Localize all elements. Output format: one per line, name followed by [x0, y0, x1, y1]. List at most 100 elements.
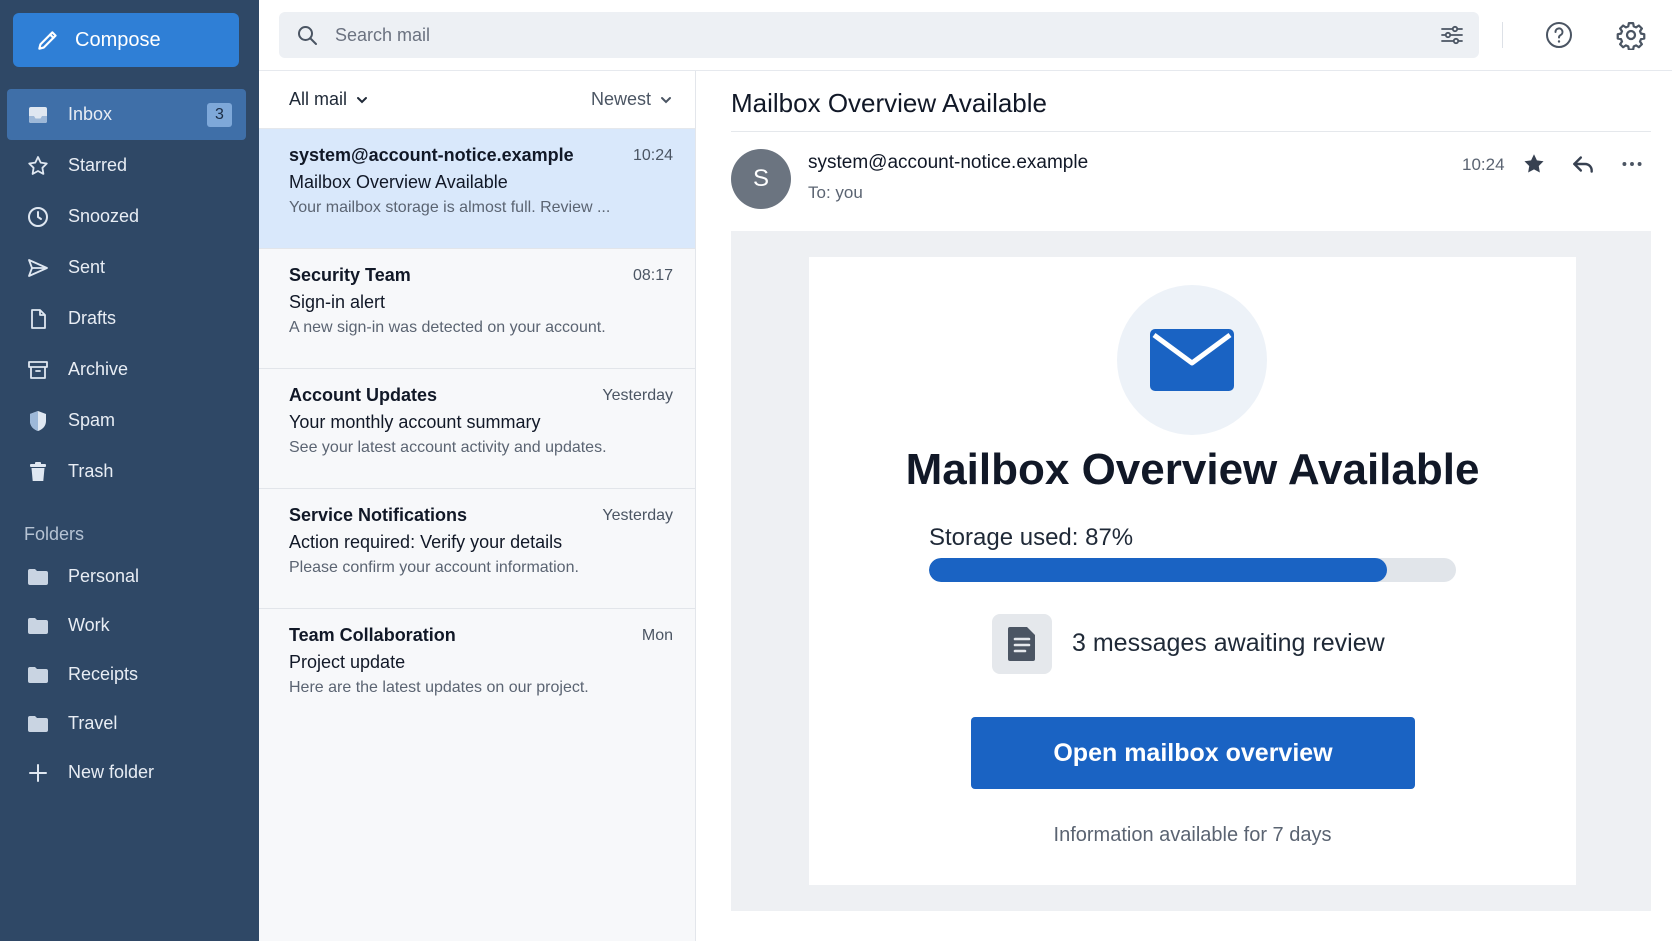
list-item[interactable]: Service Notifications Yesterday Action r… [259, 489, 695, 609]
document-badge [992, 614, 1052, 674]
message-list: All mail Newest system@account-notice.ex… [259, 71, 696, 941]
folder-label: Travel [68, 713, 118, 733]
folder-icon [28, 568, 48, 585]
folder-icon [28, 617, 48, 634]
sidebar-item-label: Archive [68, 359, 129, 379]
storage-usage-label: Storage used: 87% [929, 524, 1133, 552]
sidebar-item-label: Inbox [68, 104, 113, 124]
sidebar-item-label: Starred [68, 155, 128, 175]
sidebar-item-archive[interactable]: Archive [0, 344, 259, 395]
sidebar-item-starred[interactable]: Starred [0, 140, 259, 191]
star-icon[interactable] [1521, 151, 1547, 177]
draft-icon [31, 308, 46, 329]
message-sender: Team Collaboration [289, 625, 456, 645]
chevron-down-icon [661, 96, 671, 103]
storage-label-text: Storage used: [929, 524, 1079, 551]
sidebar-item-label: Drafts [68, 308, 117, 328]
folder-label: Receipts [68, 664, 139, 684]
compose-label: Compose [75, 28, 161, 51]
more-options-icon[interactable] [1619, 151, 1645, 177]
folders-heading: Folders [24, 524, 85, 544]
open-mailbox-overview-button[interactable]: Open mailbox overview [971, 717, 1415, 789]
filter-options-icon[interactable] [1439, 23, 1465, 47]
sidebar-item-label: Snoozed [68, 206, 140, 226]
folder-item-travel[interactable]: Travel [0, 699, 259, 748]
unread-count-badge: 3 [207, 103, 232, 127]
chevron-down-icon [357, 96, 368, 103]
gear-icon[interactable] [1616, 20, 1646, 50]
message-sender: system@account-notice.example [289, 145, 574, 165]
folder-item-work[interactable]: Work [0, 601, 259, 650]
mail-filter-dropdown[interactable]: All mail [289, 89, 369, 110]
folder-icon [28, 715, 48, 732]
search-input[interactable] [335, 24, 1385, 46]
reading-pane: Mailbox Overview Available S system@acco… [697, 71, 1672, 941]
avatar: S [731, 149, 791, 209]
send-icon [28, 258, 48, 277]
reply-icon[interactable] [1570, 151, 1596, 177]
envelope-icon [1150, 329, 1234, 391]
clock-icon [28, 206, 48, 227]
sort-label: Newest [590, 89, 651, 109]
folder-item-receipts[interactable]: Receipts [0, 650, 259, 699]
message-body: Mailbox Overview Available Storage used:… [731, 231, 1651, 911]
folder-label: Personal [68, 566, 140, 586]
storage-usage-value: 87% [1085, 524, 1134, 551]
sidebar-item-inbox[interactable]: Inbox 3 [7, 89, 246, 140]
sidebar-item-sent[interactable]: Sent [0, 242, 259, 293]
sidebar-item-drafts[interactable]: Drafts [0, 293, 259, 344]
list-item[interactable]: Security Team 08:17 Sign-in alert A new … [259, 249, 695, 369]
sidebar-item-spam[interactable]: Spam [0, 395, 259, 446]
folder-icon [28, 666, 48, 683]
message-title: Mailbox Overview Available [731, 88, 1047, 118]
message-time: 10:24 [632, 147, 673, 164]
message-snippet: Please confirm your account information. [289, 559, 579, 576]
toolbar-divider [1502, 22, 1503, 48]
sidebar-item-trash[interactable]: Trash [0, 446, 259, 497]
top-bar [259, 0, 1672, 71]
sort-dropdown[interactable]: Newest [591, 89, 673, 110]
new-folder-label: New folder [68, 762, 155, 782]
message-snippet: Here are the latest updates on our proje… [289, 679, 589, 696]
list-toolbar: All mail Newest [259, 71, 695, 129]
sidebar-item-label: Trash [68, 461, 114, 481]
main-nav: Inbox 3 Starred Snoozed Sent Drafts Arch… [0, 89, 259, 497]
awaiting-review-text: 3 messages awaiting review [1072, 629, 1385, 657]
compose-button[interactable]: Compose [13, 13, 239, 67]
folder-label: Work [68, 615, 110, 635]
folder-list: Personal Work Receipts Travel New folder [0, 552, 259, 797]
document-icon [1008, 627, 1035, 661]
message-snippet: A new sign-in was detected on your accou… [289, 319, 606, 336]
message-subject: Your monthly account summary [289, 412, 541, 432]
plus-icon [29, 763, 47, 782]
message-subject: Project update [289, 652, 406, 672]
shield-icon [30, 410, 46, 431]
message-snippet: See your latest account activity and upd… [289, 439, 607, 456]
recipient-line: To: you [808, 183, 863, 202]
trash-icon [30, 461, 46, 481]
inbox-icon [29, 106, 47, 123]
message-time: Yesterday [602, 387, 673, 404]
header-divider [731, 131, 1651, 132]
sidebar-item-snoozed[interactable]: Snoozed [0, 191, 259, 242]
list-item[interactable]: Account Updates Yesterday Your monthly a… [259, 369, 695, 489]
storage-progress-bar [929, 558, 1456, 582]
star-icon [28, 155, 48, 175]
storage-progress-fill [929, 558, 1388, 582]
envelope-badge [1117, 285, 1267, 435]
new-folder-button[interactable]: New folder [0, 748, 259, 797]
list-item[interactable]: system@account-notice.example 10:24 Mail… [259, 129, 695, 249]
folder-item-personal[interactable]: Personal [0, 552, 259, 601]
list-item[interactable]: Team Collaboration Mon Project update He… [259, 609, 695, 729]
sender-address: system@account-notice.example [808, 152, 1089, 173]
message-time: Yesterday [602, 507, 673, 524]
archive-icon [28, 360, 48, 379]
mail-filter-label: All mail [289, 89, 348, 109]
pencil-icon [38, 31, 57, 50]
sidebar-item-label: Spam [68, 410, 116, 430]
message-time: Mon [641, 627, 673, 644]
help-icon[interactable] [1544, 20, 1574, 50]
message-timestamp: 10:24 [1462, 155, 1505, 174]
message-subject: Mailbox Overview Available [289, 172, 508, 192]
message-sender: Security Team [289, 265, 411, 285]
